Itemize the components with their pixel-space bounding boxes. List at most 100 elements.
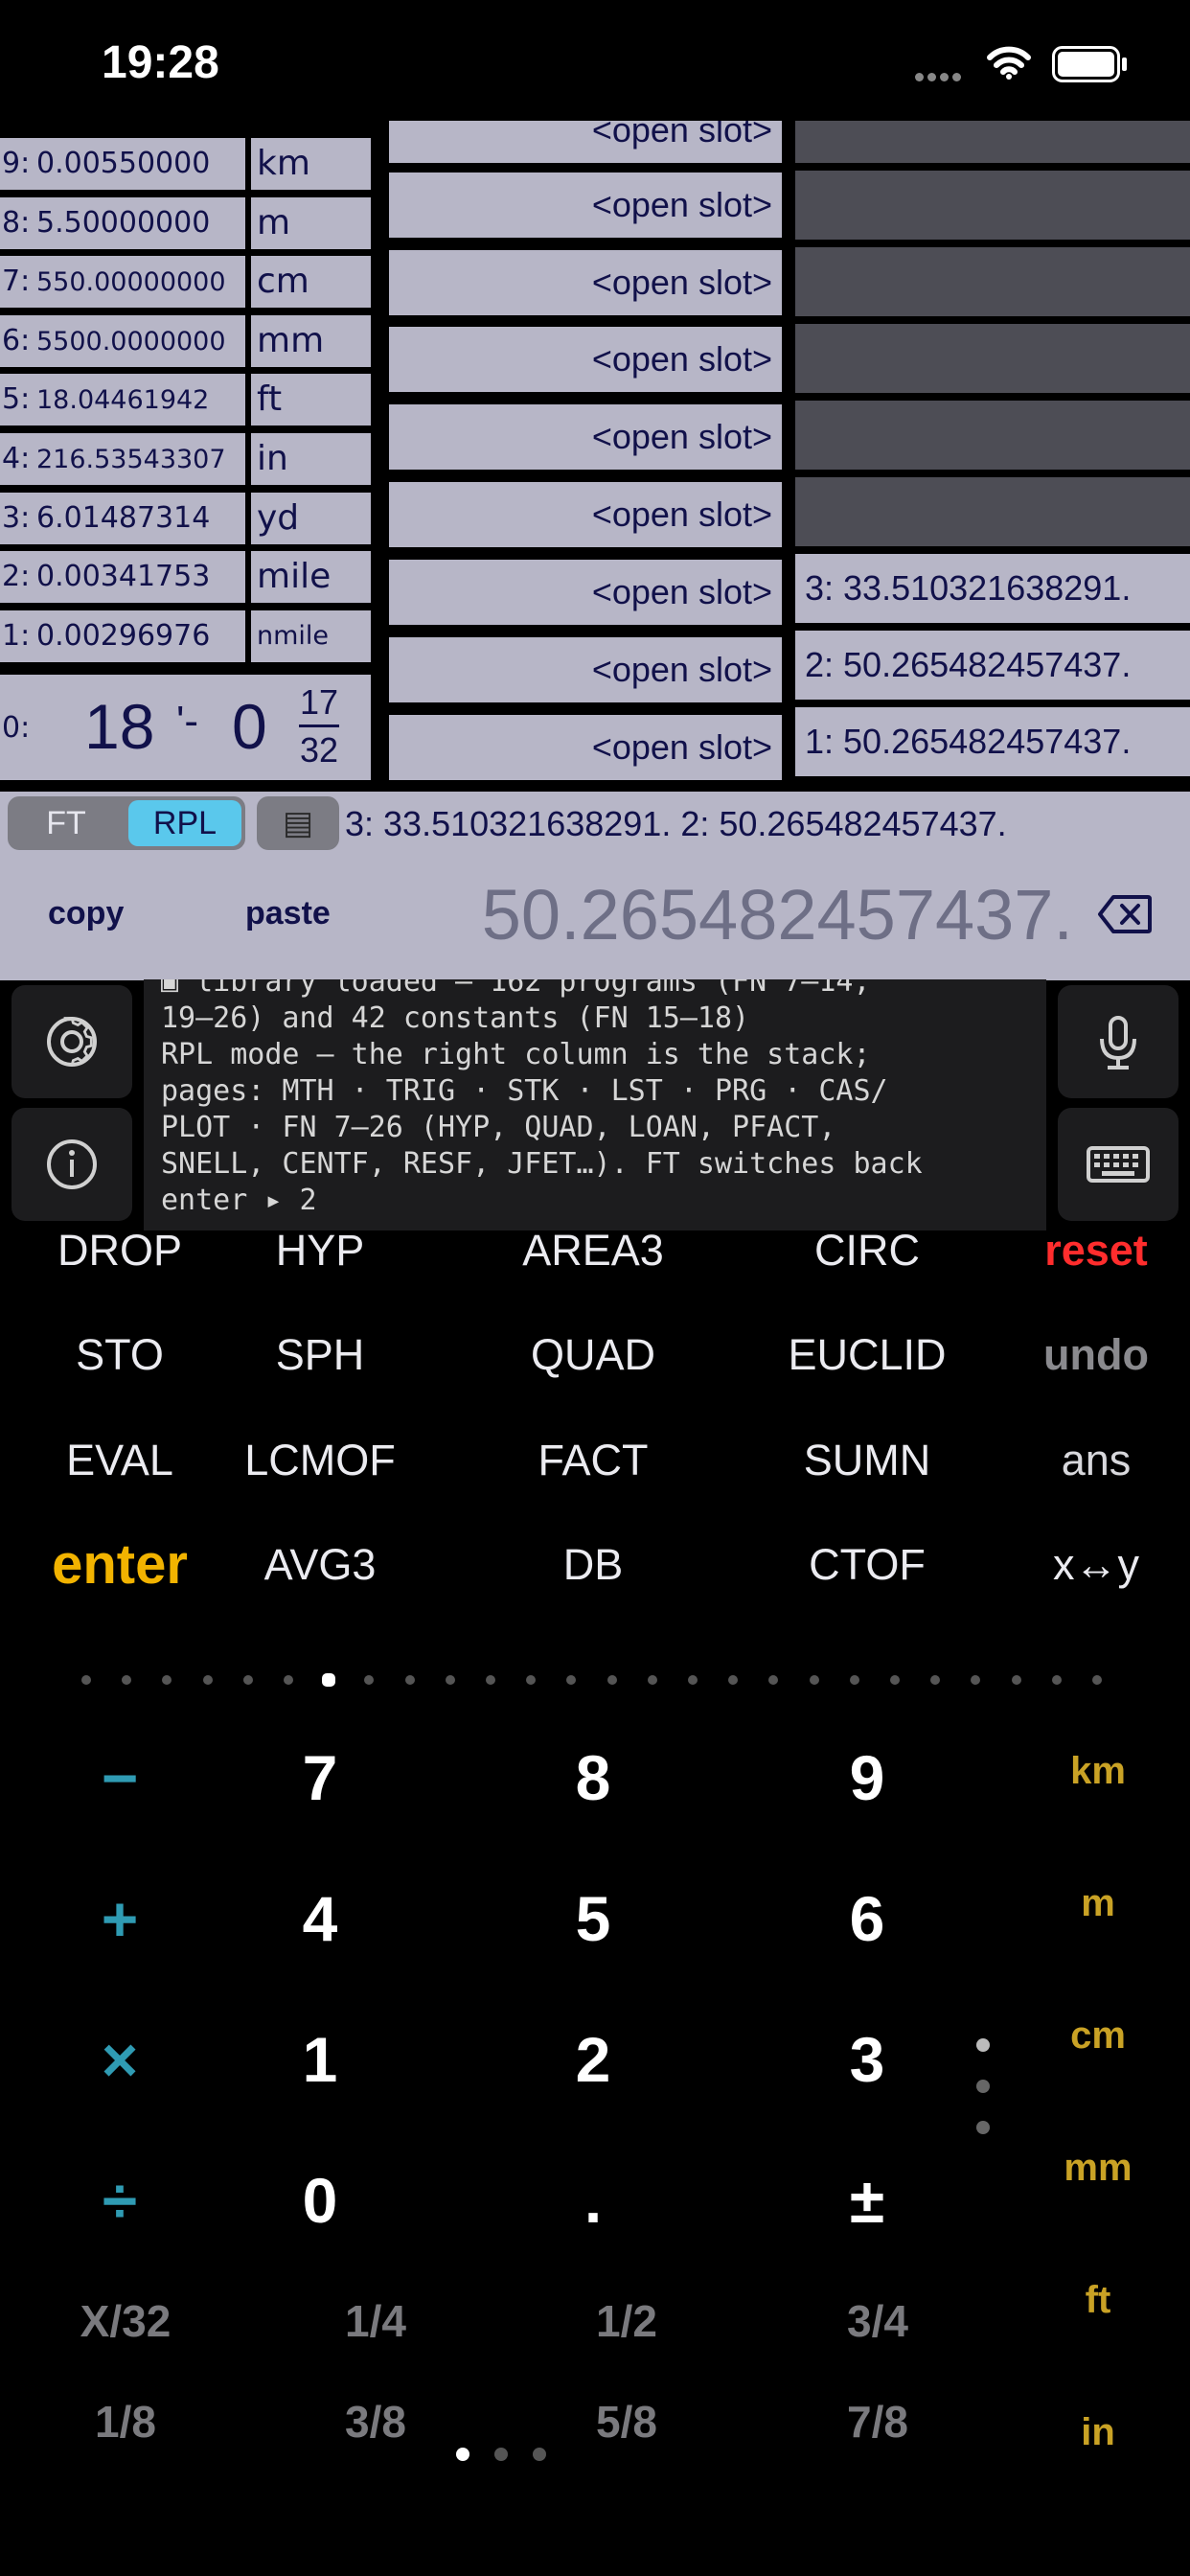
register-row[interactable]: 1: 0.00296976 (0, 610, 245, 662)
stack-level[interactable] (795, 171, 1190, 240)
unit-label-nmile[interactable]: nmile (251, 610, 371, 662)
function-page-dot[interactable] (606, 1675, 617, 1685)
stack-level[interactable]: 1: 50.265482457437. (795, 707, 1190, 776)
register-row[interactable]: 8: 5.50000000 (0, 197, 245, 249)
function-page-dot[interactable] (566, 1675, 577, 1685)
unit-label-km[interactable]: km (251, 138, 371, 190)
function-page-dot[interactable] (445, 1675, 455, 1685)
unit-label-mile[interactable]: mile (251, 551, 371, 603)
operator-key[interactable]: + (57, 1866, 182, 1971)
unit-label-mm[interactable]: mm (251, 315, 371, 367)
operator-key[interactable]: − (57, 1725, 182, 1830)
unit-label-ft[interactable]: ft (251, 374, 371, 426)
fn-key-drop[interactable]: DROP (14, 1212, 225, 1289)
function-page-dot[interactable] (486, 1675, 495, 1685)
fn-key-reset[interactable]: reset (991, 1212, 1190, 1289)
paste-button[interactable]: paste (245, 895, 331, 932)
function-page-dot[interactable] (81, 1675, 91, 1685)
unit-label-in[interactable]: in (251, 433, 371, 485)
unit-key-m[interactable]: m (1031, 1865, 1165, 1942)
settings-button[interactable] (11, 985, 132, 1098)
keypad-page-dot[interactable] (494, 2448, 508, 2461)
function-page-dot[interactable] (890, 1675, 900, 1685)
fraction-key[interactable]: 7/8 (791, 2383, 964, 2460)
function-page-dot[interactable] (930, 1675, 941, 1685)
function-page-dot[interactable] (404, 1675, 415, 1685)
program-slot[interactable]: <open slot> (389, 250, 782, 315)
function-page-dot[interactable] (1051, 1675, 1062, 1685)
backspace-icon[interactable] (1096, 891, 1154, 937)
fn-key-fact[interactable]: FACT (488, 1422, 698, 1499)
list-view-button[interactable]: ▤ (257, 796, 339, 850)
function-page-dot[interactable] (849, 1675, 859, 1685)
function-page-dot[interactable] (526, 1675, 537, 1685)
fn-key-hyp[interactable]: HYP (215, 1212, 425, 1289)
fraction-key[interactable]: 1/2 (540, 2283, 713, 2359)
digit-key[interactable]: 6 (790, 1866, 944, 1971)
program-slot[interactable]: <open slot> (389, 637, 782, 702)
mode-rpl-button[interactable]: RPL (128, 800, 241, 846)
fn-key-sto[interactable]: STO (14, 1317, 225, 1393)
mode-ft-button[interactable]: FT (11, 800, 121, 846)
register-row[interactable]: 9: 0.00550000 (0, 138, 245, 190)
function-page-dot[interactable] (728, 1675, 739, 1685)
stack-level[interactable] (795, 121, 1190, 163)
unit-key-mm[interactable]: mm (1031, 2129, 1165, 2206)
fn-key-x-y[interactable]: x↔y (991, 1527, 1190, 1603)
fn-key-ans[interactable]: ans (991, 1422, 1190, 1499)
fn-key-db[interactable]: DB (488, 1527, 698, 1603)
digit-key[interactable]: 0 (243, 2148, 397, 2253)
fn-key-lcmof[interactable]: LCMOF (215, 1422, 425, 1499)
fraction-key[interactable]: 1/8 (39, 2383, 212, 2460)
stack-level[interactable] (795, 324, 1190, 393)
program-slot[interactable]: <open slot> (389, 482, 782, 547)
copy-button[interactable]: copy (48, 895, 124, 932)
unit-label-cm[interactable]: cm (251, 256, 371, 308)
unit-key-km[interactable]: km (1031, 1733, 1165, 1809)
fraction-key[interactable]: 3/8 (289, 2383, 462, 2460)
fn-key-avg3[interactable]: AVG3 (215, 1527, 425, 1603)
fn-key-undo[interactable]: undo (991, 1317, 1190, 1393)
function-page-dot[interactable] (284, 1675, 293, 1685)
program-slot[interactable]: <open slot> (389, 560, 782, 625)
program-slot[interactable]: <open slot> (389, 172, 782, 238)
fn-key-sph[interactable]: SPH (215, 1317, 425, 1393)
keypad-page-dot[interactable] (533, 2448, 546, 2461)
function-page-dot[interactable] (809, 1675, 819, 1685)
program-slot[interactable]: <open slot> (389, 327, 782, 392)
register-row[interactable]: 5: 18.04461942 (0, 374, 245, 426)
stack-level[interactable] (795, 247, 1190, 316)
digit-key[interactable]: ± (790, 2148, 944, 2253)
digit-key[interactable]: 4 (243, 1866, 397, 1971)
stack-level[interactable]: 3: 33.510321638291. (795, 554, 1190, 623)
unit-label-yd[interactable]: yd (251, 493, 371, 544)
digit-key[interactable]: 2 (516, 2007, 670, 2112)
fraction-key[interactable]: X/32 (39, 2283, 212, 2359)
fn-key-area3[interactable]: AREA3 (488, 1212, 698, 1289)
function-page-dot[interactable] (688, 1675, 698, 1685)
microphone-button[interactable] (1058, 985, 1179, 1098)
program-slot[interactable]: <open slot> (389, 121, 782, 163)
digit-key[interactable]: 9 (790, 1725, 944, 1830)
digit-key[interactable]: 3 (790, 2007, 944, 2112)
function-page-dot[interactable] (122, 1675, 132, 1685)
program-slot[interactable]: <open slot> (389, 715, 782, 780)
function-page-dot[interactable] (971, 1675, 981, 1685)
register-row[interactable]: 3: 6.01487314 (0, 493, 245, 544)
digit-key[interactable]: 8 (516, 1725, 670, 1830)
unit-label-m[interactable]: m (251, 197, 371, 249)
fraction-key[interactable]: 3/4 (791, 2283, 964, 2359)
keypad-page-dot[interactable] (456, 2448, 469, 2461)
operator-key[interactable]: ÷ (57, 2148, 182, 2253)
fn-key-sumn[interactable]: SUMN (762, 1422, 973, 1499)
digit-key[interactable]: 5 (516, 1866, 670, 1971)
unit-key-ft[interactable]: ft (1031, 2262, 1165, 2338)
unit-key-in[interactable]: in (1031, 2394, 1165, 2471)
program-slot[interactable]: <open slot> (389, 404, 782, 470)
register-row[interactable]: 4: 216.53543307 (0, 433, 245, 485)
fn-key-ctof[interactable]: CTOF (762, 1527, 973, 1603)
register-row[interactable]: 6: 5500.0000000 (0, 315, 245, 367)
function-page-dot[interactable] (768, 1675, 779, 1685)
entry-display[interactable]: 50.265482457437. (383, 874, 1073, 955)
function-page-dot[interactable] (242, 1675, 253, 1685)
